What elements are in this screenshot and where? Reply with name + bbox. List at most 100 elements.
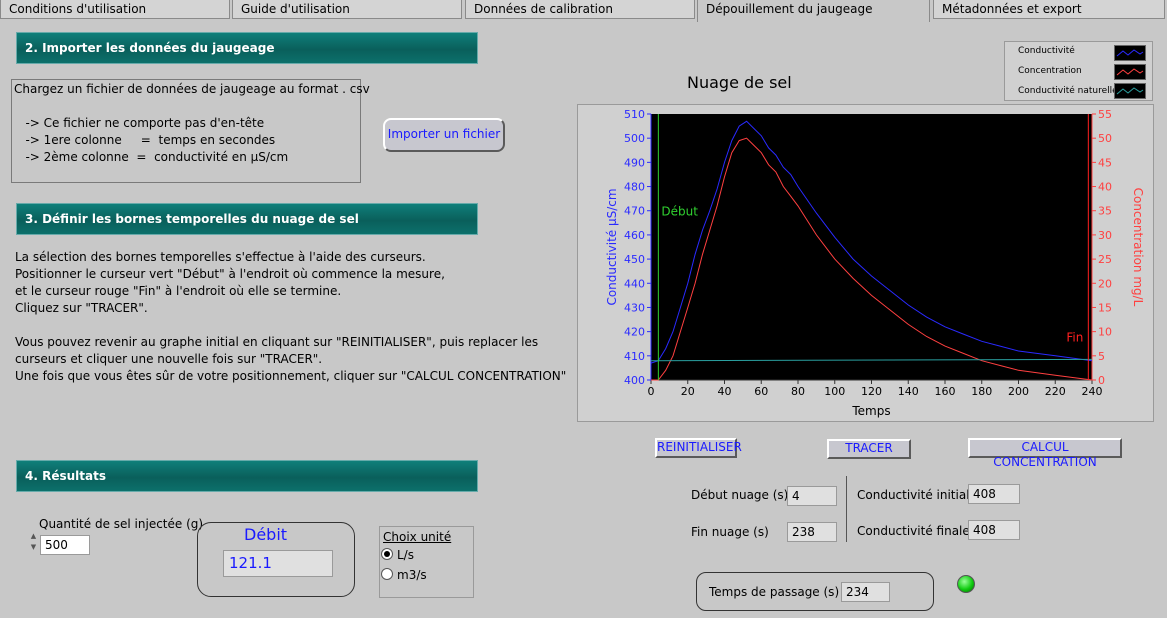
y-right-tick-label: 25 [1098,253,1112,266]
tab-calibration[interactable]: Données de calibration [465,0,695,19]
passage-field[interactable]: 234 [841,582,890,602]
y-right-tick-label: 5 [1098,350,1105,363]
passage-label: Temps de passage (s) [709,585,840,599]
salt-stepper[interactable]: ▲ ▼ [28,531,39,555]
salt-quantity-label: Quantité de sel injectée (g) [39,517,204,531]
legend-swatch-concentration [1114,64,1146,80]
bounds-line-7: Une fois que vous êtes sûr de votre posi… [15,369,567,383]
section-results-header: 4. Résultats [16,460,478,492]
y-left-tick-label: 440 [624,277,645,290]
import-file-button[interactable]: Importer un fichier [383,118,505,152]
bounds-line-4: Cliquez sur "TRACER". [15,301,148,315]
x-tick-label: 60 [754,385,768,398]
x-tick-label: 220 [1045,385,1066,398]
unit-m3s-radio[interactable] [381,568,393,580]
y-left-axis-label: Conductivité µS/cm [605,188,619,305]
cursor-start-label: Début [661,205,698,219]
fin-nuage-field[interactable]: 238 [787,522,837,542]
x-tick-label: 100 [824,385,845,398]
y-left-tick-label: 500 [624,132,645,145]
section-bounds-header: 3. Définir les bornes temporelles du nua… [16,203,478,235]
debut-nuage-label: Début nuage (s) [691,488,789,502]
y-right-tick-label: 10 [1098,326,1112,339]
x-tick-label: 0 [648,385,655,398]
debit-label: Débit [244,525,288,544]
import-line-3: -> 1ere colonne = temps en secondes [14,133,276,147]
y-left-tick-label: 460 [624,229,645,242]
chart-svg[interactable]: 0 20 40 60 80 100 120 140 160 180 200 220 2404004104… [577,104,1154,422]
chart-legend: Conductivité Concentration Conductivité … [1004,41,1153,101]
stepper-down-icon[interactable]: ▼ [28,542,39,553]
x-tick-label: 80 [791,385,805,398]
y-left-tick-label: 420 [624,326,645,339]
y-left-tick-label: 400 [624,374,645,387]
y-left-tick-label: 510 [624,108,645,121]
import-line-1: Chargez un fichier de données de jaugeag… [14,82,370,96]
tab-conditions[interactable]: Conditions d'utilisation [0,0,230,19]
legend-swatch-conductivity [1114,45,1146,61]
y-right-tick-label: 35 [1098,205,1112,218]
y-right-tick-label: 50 [1098,132,1112,145]
x-tick-label: 200 [1008,385,1029,398]
tab-guide[interactable]: Guide d'utilisation [232,0,462,19]
y-right-axis-label: Concentration mg/L [1131,188,1145,307]
cond-fin-field[interactable]: 408 [968,520,1020,540]
legend-swatch-natural [1114,83,1146,99]
x-tick-label: 180 [971,385,992,398]
stepper-up-icon[interactable]: ▲ [28,531,39,542]
tab-depouillement[interactable]: Dépouillement du jaugeage [697,0,930,22]
bounds-line-3: et le curseur rouge "Fin" à l'endroit où… [15,284,342,298]
x-tick-label: 40 [718,385,732,398]
debut-nuage-field[interactable]: 4 [787,486,837,506]
chart-title: Nuage de sel [687,73,792,92]
cond-init-field[interactable]: 408 [968,484,1020,504]
y-right-tick-label: 30 [1098,229,1112,242]
import-line-4: -> 2ème colonne = conductivité en µS/cm [14,150,289,164]
debit-value: 121.1 [223,550,333,577]
fin-nuage-label: Fin nuage (s) [691,525,769,539]
legend-swatch-conductivity-line [1116,49,1144,57]
unit-ls-radio[interactable] [381,548,393,560]
y-right-tick-label: 55 [1098,108,1112,121]
bounds-line-1: La sélection des bornes temporelles s'ef… [15,250,426,264]
x-tick-label: 160 [935,385,956,398]
y-left-tick-label: 490 [624,156,645,169]
unit-choice-label: Choix unité [383,530,452,544]
fields-divider [846,476,847,542]
calc-concentration-button[interactable]: CALCUL CONCENTRATION [968,438,1122,469]
x-axis-label: Temps [851,404,890,418]
legend-label-conductivity: Conductivité [1018,46,1075,56]
trace-button[interactable]: TRACER [827,439,911,459]
reset-button[interactable]: REINITIALISER [655,438,742,458]
unit-m3s-label: m3/s [397,568,427,582]
legend-label-concentration: Concentration [1018,66,1082,76]
y-right-tick-label: 15 [1098,301,1112,314]
y-left-tick-label: 450 [624,253,645,266]
y-left-tick-label: 410 [624,350,645,363]
cond-fin-label: Conductivité finale [857,524,970,538]
y-right-tick-label: 40 [1098,181,1112,194]
y-left-tick-label: 480 [624,181,645,194]
unit-ls-label: L/s [397,548,414,562]
y-left-tick-label: 430 [624,301,645,314]
salt-quantity-input[interactable]: 500 [40,535,90,555]
y-right-tick-label: 45 [1098,156,1112,169]
legend-swatch-concentration-line [1116,68,1144,76]
status-led-icon [957,575,975,593]
plot-area [651,114,1092,380]
y-right-tick-label: 0 [1098,374,1105,387]
tab-metadonnees[interactable]: Métadonnées et export [933,0,1165,19]
legend-label-natural: Conductivité naturelle [1018,86,1118,96]
import-line-2: -> Ce fichier ne comporte pas d'en-tête [14,116,265,130]
legend-swatch-natural-line [1116,87,1144,95]
bounds-line-5: Vous pouvez revenir au graphe initial en… [15,335,539,349]
cond-init-label: Conductivité initiale [857,488,977,502]
x-tick-label: 140 [898,385,919,398]
y-left-tick-label: 470 [624,205,645,218]
bounds-line-6: curseurs et cliquer une nouvelle fois su… [15,352,323,366]
cursor-end-label: Fin [1066,330,1083,344]
y-right-tick-label: 20 [1098,277,1112,290]
section-import-header: 2. Importer les données du jaugeage [16,32,478,64]
x-tick-label: 120 [861,385,882,398]
bounds-line-2: Positionner le curseur vert "Début" à l'… [15,267,445,281]
